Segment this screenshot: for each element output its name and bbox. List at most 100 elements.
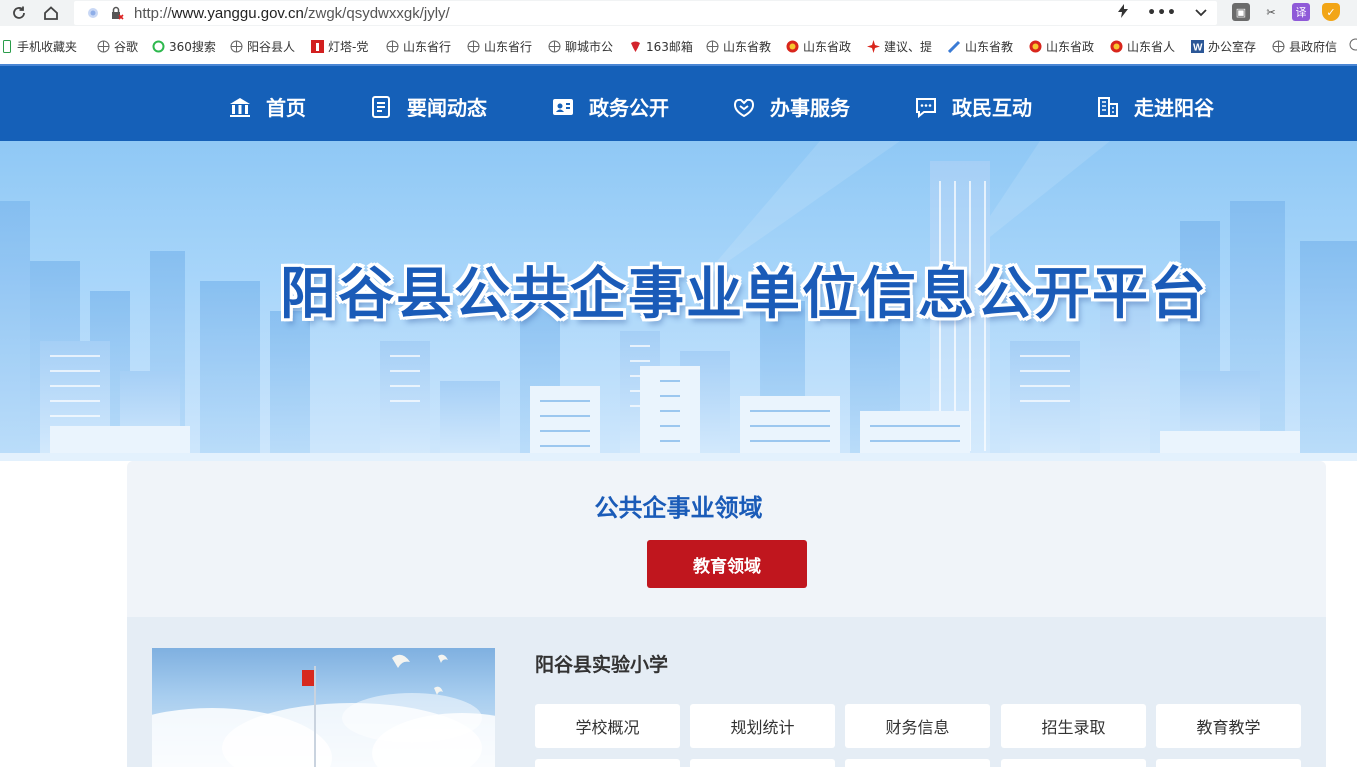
lighthouse-icon [311, 40, 324, 53]
browser-toolbar: http://www.yanggu.gov.cn/zwgk/qsydwxxgk/… [0, 0, 1357, 26]
bookmark-label: 阳谷县人 [247, 40, 296, 54]
tag-finance-info[interactable]: 财务信息 [845, 704, 990, 748]
nav-item-home[interactable]: 首页 [228, 92, 306, 121]
lightning-icon[interactable] [1117, 4, 1129, 22]
address-bar[interactable]: http://www.yanggu.gov.cn/zwgk/qsydwxxgk/… [74, 1, 1217, 25]
more-icon[interactable]: ••• [1147, 5, 1177, 21]
bookmark-item[interactable]: 灯塔-党 [311, 38, 368, 55]
bookmark-item[interactable]: 163邮箱 [629, 38, 693, 55]
globe-icon [386, 40, 399, 53]
education-domain-button[interactable]: 教育领域 [647, 540, 807, 588]
bookmark-overflow-icon[interactable] [1349, 38, 1357, 51]
site-nav: 首页 要闻动态 政务公开 办事服务 政民互动 走进阳谷 [0, 64, 1357, 141]
bookmark-item[interactable]: W 办公室存 [1191, 38, 1256, 55]
section-title: 公共企事业领域 [594, 494, 763, 522]
bookmark-label: 聊城市公 [565, 40, 614, 54]
tag-row2-item[interactable] [1001, 759, 1146, 779]
bookmark-label: 山东省教 [723, 40, 772, 54]
bookmark-label: 山东省教 [965, 40, 1014, 54]
reader-extension-icon[interactable]: ▣ [1232, 3, 1250, 21]
bookmark-label: 山东省政 [1046, 40, 1095, 54]
bookmark-item[interactable]: 阳谷县人 [230, 38, 295, 55]
school-image [152, 648, 495, 767]
globe-icon [1272, 40, 1285, 53]
bookmark-item[interactable]: 360搜索 [152, 38, 216, 55]
nav-item-interaction[interactable]: 政民互动 [914, 92, 1032, 121]
url-text: http://www.yanggu.gov.cn/zwgk/qsydwxxgk/… [134, 5, 450, 22]
bookmark-label: 县政府信 [1289, 40, 1338, 54]
globe-icon [230, 40, 243, 53]
tag-row2-item[interactable] [1156, 759, 1301, 779]
scissors-icon[interactable]: ✂ [1262, 3, 1280, 21]
bookmark-item[interactable]: 山东省教 [706, 38, 771, 55]
bookmark-item[interactable]: 山东省人 [1110, 38, 1175, 55]
bookmark-label: 山东省行 [403, 40, 452, 54]
site-status-icon [84, 4, 102, 22]
bookmark-item[interactable]: 山东省教 [948, 38, 1013, 55]
word-icon: W [1191, 40, 1204, 53]
bookmark-label: 山东省政 [803, 40, 852, 54]
search-360-icon [152, 40, 165, 53]
emblem-icon [786, 40, 799, 53]
mail-163-icon [629, 40, 642, 53]
bookmark-label: 360搜索 [169, 40, 216, 54]
tag-enrollment[interactable]: 招生录取 [1001, 704, 1146, 748]
nav-label: 走进阳谷 [1134, 96, 1214, 120]
bookmark-label: 灯塔-党 [328, 40, 369, 54]
url-path: /zwgk/qsydwxxgk/jyly/ [303, 4, 450, 22]
bookmark-item[interactable]: 山东省政 [1029, 38, 1094, 55]
translate-icon[interactable]: 译 [1292, 3, 1310, 21]
nav-item-about[interactable]: 走进阳谷 [1096, 92, 1214, 121]
bookmark-item[interactable]: 山东省行 [467, 38, 532, 55]
tag-planning-stats[interactable]: 规划统计 [690, 704, 835, 748]
insecure-lock-icon[interactable] [108, 4, 126, 22]
nav-item-news[interactable]: 要闻动态 [369, 92, 487, 121]
bookmark-label: 谷歌 [114, 40, 139, 54]
globe-icon [548, 40, 561, 53]
chat-icon [914, 95, 938, 119]
nav-item-gov-affairs[interactable]: 政务公开 [551, 92, 669, 121]
nav-item-services[interactable]: 办事服务 [732, 92, 850, 121]
nav-label: 办事服务 [770, 96, 850, 120]
government-building-icon [228, 95, 252, 119]
nav-label: 政务公开 [589, 96, 669, 120]
id-card-icon [551, 95, 575, 119]
tag-row2-item[interactable] [535, 759, 680, 779]
pen-icon [948, 40, 961, 53]
nav-label: 首页 [266, 96, 306, 120]
tag-row2-item[interactable] [690, 759, 835, 779]
tag-teaching[interactable]: 教育教学 [1156, 704, 1301, 748]
url-host: www.yanggu.gov.cn [171, 4, 304, 22]
tag-school-overview[interactable]: 学校概况 [535, 704, 680, 748]
flag-icon [867, 40, 880, 53]
bookmark-label: 163邮箱 [646, 40, 693, 54]
bookmark-label: 山东省行 [484, 40, 533, 54]
home-icon[interactable] [38, 0, 64, 26]
banner-title: 阳谷县公共企事业单位信息公开平台 [280, 262, 1208, 327]
globe-icon [706, 40, 719, 53]
reload-icon[interactable] [6, 0, 32, 26]
bookmark-label: 山东省人 [1127, 40, 1176, 54]
handshake-icon [732, 95, 756, 119]
bookmark-item[interactable]: 建议、提 [867, 38, 932, 55]
nav-label: 要闻动态 [407, 96, 487, 120]
bookmark-item[interactable]: 聊城市公 [548, 38, 613, 55]
shield-extension-icon[interactable]: ✓ [1322, 3, 1340, 21]
svg-text:W: W [1193, 43, 1203, 54]
emblem-icon [1110, 40, 1123, 53]
document-icon [369, 95, 393, 119]
chevron-down-icon[interactable] [1195, 5, 1207, 21]
bookmark-item[interactable]: 谷歌 [97, 38, 138, 55]
hero-banner: 阳谷县公共企事业单位信息公开平台 [0, 141, 1357, 461]
bookmark-label: 办公室存 [1208, 40, 1257, 54]
bookmark-item[interactable]: 县政府信 [1272, 38, 1337, 55]
emblem-icon [1029, 40, 1042, 53]
bookmark-item[interactable]: 手机收藏夹 [0, 38, 77, 55]
tag-row2-item[interactable] [845, 759, 990, 779]
bookmarks-bar: 手机收藏夹 谷歌 360搜索 阳谷县人 灯塔-党 山东省行 山东省行 聊城市公 … [0, 34, 1357, 60]
bookmark-item[interactable]: 山东省行 [386, 38, 451, 55]
bookmark-label: 建议、提 [884, 40, 933, 54]
city-buildings-icon [1096, 95, 1120, 119]
bookmark-item[interactable]: 山东省政 [786, 38, 851, 55]
nav-label: 政民互动 [952, 96, 1032, 120]
